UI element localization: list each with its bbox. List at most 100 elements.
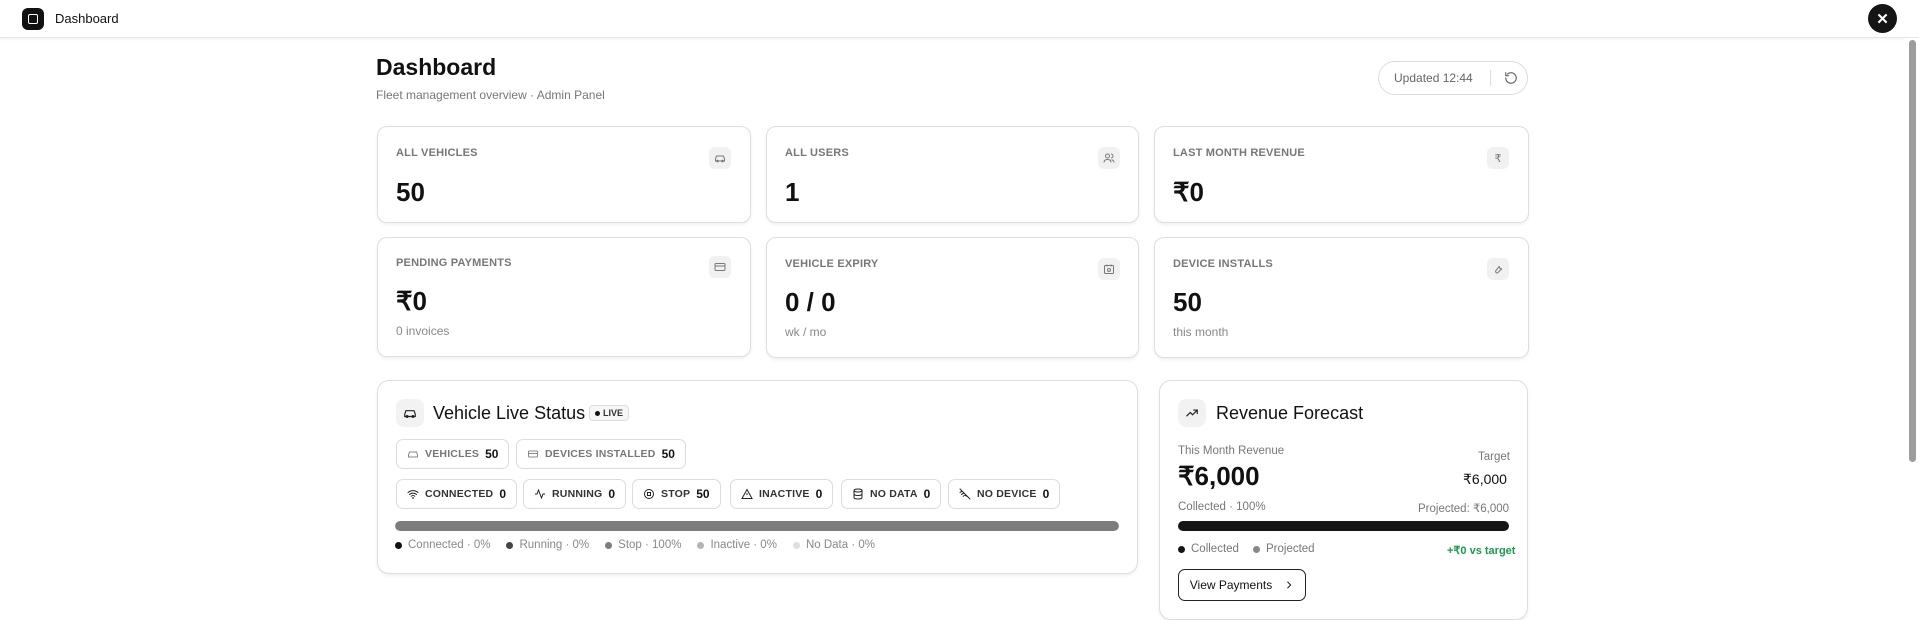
updated-pill: Updated 12:44 — [1378, 61, 1528, 95]
stat-sub: wk / mo — [785, 325, 827, 339]
view-payments-button[interactable]: View Payments — [1178, 569, 1306, 601]
stat-value: 50 — [1173, 287, 1202, 317]
app-logo-icon — [22, 8, 44, 30]
chip-count: 0 — [608, 487, 616, 501]
chip-no-device[interactable]: NO DEVICE 0 — [948, 479, 1061, 509]
page-subtitle: Fleet management overview · Admin Panel — [376, 88, 605, 102]
legend-item: No Data · 0% — [792, 539, 875, 551]
chip-label: VEHICLES — [425, 448, 480, 460]
chip-label: CONNECTED — [425, 488, 494, 500]
legend-label: No Data · 0% — [805, 539, 875, 551]
projected-label: Projected: ₹6,000 — [1418, 503, 1510, 515]
stat-card-last-month-revenue[interactable]: LAST MONTH REVENUE ₹0 ₹ — [1154, 126, 1529, 223]
stat-card-pending-payments[interactable]: PENDING PAYMENTS ₹0 0 invoices — [377, 237, 751, 357]
top-bar: Dashboard ✕ — [0, 0, 1919, 38]
warning-icon — [741, 488, 753, 500]
legend-dot — [605, 541, 613, 549]
chip-label: DEVICES INSTALLED — [545, 448, 656, 460]
chip-stop[interactable]: STOP 50 — [632, 479, 721, 509]
target-value: ₹6,000 — [1463, 471, 1507, 487]
legend-item: Inactive · 0% — [697, 539, 777, 551]
chip-label: INACTIVE — [759, 488, 810, 500]
chip-label: STOP — [661, 488, 691, 500]
stat-sub: this month — [1173, 325, 1229, 339]
section-title: Vehicle Live Status — [433, 403, 586, 423]
credit-card-icon — [709, 256, 731, 278]
car-icon — [407, 448, 419, 460]
stat-sub: 0 invoices — [396, 324, 450, 338]
car-icon — [396, 399, 424, 427]
chip-count: 0 — [499, 487, 506, 501]
stat-value: 1 — [785, 177, 800, 207]
stat-value: ₹0 — [396, 286, 428, 316]
wrench-icon — [1487, 258, 1509, 280]
legend-label: Running · 0% — [519, 539, 590, 551]
rupee-icon: ₹ — [1487, 147, 1509, 169]
collected-progress-fill — [1178, 521, 1509, 531]
legend-item: Running · 0% — [506, 539, 589, 551]
chip-running[interactable]: RUNNING 0 — [523, 479, 627, 509]
legend-dot — [792, 541, 800, 549]
section-title: Revenue Forecast — [1216, 403, 1364, 423]
collected-progress-bar — [1178, 521, 1509, 531]
legend-dot — [1253, 545, 1260, 553]
legend-item: Collected — [1178, 543, 1239, 555]
chip-label: RUNNING — [552, 488, 603, 500]
users-icon — [1098, 147, 1120, 169]
legend-dot — [697, 541, 705, 549]
legend-item: Stop · 100% — [605, 539, 681, 551]
stat-value: 50 — [396, 177, 425, 207]
chip-inactive[interactable]: INACTIVE 0 — [730, 479, 834, 509]
stat-label: ALL USERS — [785, 147, 849, 159]
legend-label: Collected — [1191, 543, 1239, 555]
wifi-icon — [407, 488, 419, 500]
car-icon — [709, 147, 731, 169]
chip-devices-installed[interactable]: DEVICES INSTALLED 50 — [516, 439, 686, 469]
page-title: Dashboard — [376, 54, 497, 80]
chip-label: NO DEVICE — [977, 488, 1037, 500]
activity-icon — [534, 488, 546, 500]
this-month-value: ₹6,000 — [1178, 461, 1260, 491]
chip-label: NO DATA — [870, 488, 918, 500]
collected-percent-label: Collected · 100% — [1178, 501, 1266, 513]
chip-count: 50 — [661, 447, 675, 461]
legend-dot — [1178, 545, 1185, 553]
wifi-off-icon — [959, 488, 971, 500]
chip-no-data[interactable]: NO DATA 0 — [841, 479, 942, 509]
divider — [1490, 70, 1491, 86]
live-dot-icon — [595, 410, 600, 416]
stat-value: ₹0 — [1173, 177, 1205, 207]
vs-target-text: +₹0 vs target — [1447, 545, 1516, 557]
chip-count: 0 — [923, 487, 931, 501]
status-bar-fill-stop — [395, 521, 1119, 531]
legend-label: Projected — [1266, 543, 1315, 555]
live-badge: LIVE — [589, 405, 630, 421]
stat-card-vehicle-expiry[interactable]: VEHICLE EXPIRY 0 / 0 wk / mo — [766, 237, 1139, 358]
chip-count: 50 — [696, 487, 710, 501]
chip-count: 0 — [1042, 487, 1050, 501]
stat-label: VEHICLE EXPIRY — [785, 258, 879, 270]
legend-label: Inactive · 0% — [710, 539, 777, 551]
app-title: Dashboard — [55, 11, 119, 26]
refresh-icon[interactable] — [1504, 71, 1518, 85]
stat-card-device-installs[interactable]: DEVICE INSTALLS 50 this month — [1154, 237, 1529, 358]
stop-icon — [643, 488, 655, 500]
legend-item: Projected — [1253, 543, 1315, 555]
legend-item: Connected · 0% — [395, 539, 490, 551]
legend-dot — [395, 541, 402, 549]
status-legend: Connected · 0% Running · 0% Stop · 100% … — [395, 539, 875, 551]
live-badge-label: LIVE — [603, 408, 624, 418]
database-icon — [852, 488, 864, 500]
chip-count: 0 — [815, 487, 823, 501]
stat-card-all-vehicles[interactable]: ALL VEHICLES 50 — [377, 126, 751, 223]
stat-card-all-users[interactable]: ALL USERS 1 — [766, 126, 1139, 223]
chip-connected[interactable]: CONNECTED 0 — [396, 479, 517, 509]
updated-timestamp: Updated 12:44 — [1394, 71, 1473, 85]
legend-label: Stop · 100% — [618, 539, 682, 551]
close-button[interactable]: ✕ — [1868, 4, 1897, 33]
view-payments-label: View Payments — [1189, 578, 1273, 592]
trending-up-icon — [1178, 399, 1206, 427]
chip-vehicles[interactable]: VEHICLES 50 — [396, 439, 510, 469]
scrollbar-thumb[interactable] — [1909, 40, 1916, 462]
stat-label: DEVICE INSTALLS — [1173, 258, 1273, 270]
